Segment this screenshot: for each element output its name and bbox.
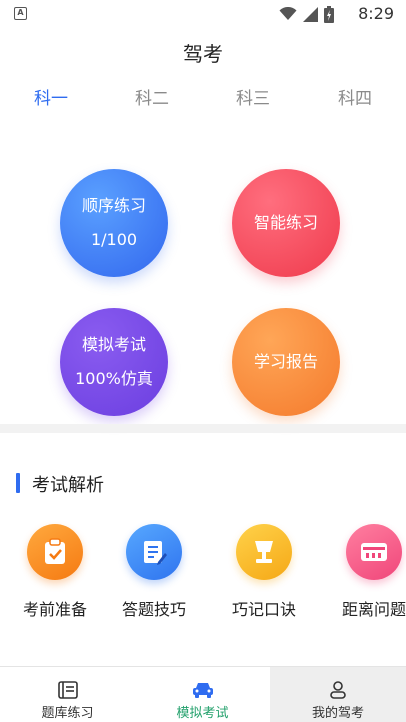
status-bar: A 8:29 [0, 0, 406, 28]
nav-label: 题库练习 [41, 706, 94, 721]
mock-exam-label: 模拟考试 [81, 335, 146, 354]
wifi-icon [279, 7, 297, 20]
signal-icon [303, 6, 318, 22]
status-icons [279, 5, 334, 23]
nav-my-exam[interactable]: 我的驾考 [270, 667, 406, 722]
sequential-practice-label: 顺序练习 [81, 196, 146, 215]
section-accent-bar [16, 473, 20, 493]
mock-exam-sub: 100%仿真 [75, 369, 153, 388]
section-divider [0, 424, 406, 433]
lamp-icon [236, 524, 292, 580]
ruler-icon [346, 524, 402, 580]
study-report-label: 学习报告 [253, 352, 318, 371]
car-icon [192, 680, 214, 700]
subject-tabs: 科一 科二 科三 科四 [0, 84, 406, 110]
tool-pre-exam[interactable]: 考前准备 [10, 524, 100, 620]
tool-label: 巧记口诀 [231, 600, 296, 619]
sequential-practice-progress: 1/100 [90, 230, 138, 249]
tool-label: 答题技巧 [121, 600, 186, 619]
nav-label: 模拟考试 [176, 706, 229, 721]
nav-question-bank[interactable]: 题库练习 [0, 667, 135, 722]
question-bank-icon [57, 680, 79, 700]
page-title: 驾考 [183, 42, 223, 66]
user-icon [327, 680, 349, 700]
tool-label: 考前准备 [22, 600, 87, 619]
tab-ke-yi[interactable]: 科一 [21, 84, 81, 109]
bottom-nav: 题库练习 模拟考试 我的驾考 [0, 666, 406, 722]
tab-ke-si[interactable]: 科四 [325, 84, 385, 109]
study-report-button[interactable]: 学习报告 [232, 308, 340, 416]
sequential-practice-button[interactable]: 顺序练习 1/100 [60, 169, 168, 277]
clipboard-icon [27, 524, 83, 580]
smart-practice-label: 智能练习 [253, 213, 318, 232]
mock-exam-button[interactable]: 模拟考试 100%仿真 [60, 308, 168, 416]
edit-document-icon [126, 524, 182, 580]
tool-label: 距离问题 [341, 600, 406, 619]
tool-mnemonics[interactable]: 巧记口诀 [219, 524, 309, 620]
nav-mock-exam[interactable]: 模拟考试 [135, 667, 270, 722]
notification-icon: A [14, 7, 27, 20]
status-time: 8:29 [358, 4, 394, 23]
smart-practice-button[interactable]: 智能练习 [232, 169, 340, 277]
tab-ke-er[interactable]: 科二 [122, 84, 182, 109]
tool-distance[interactable]: 距离问题 [329, 524, 406, 620]
section-title: 考试解析 [32, 475, 104, 496]
battery-icon [324, 5, 334, 23]
nav-label: 我的驾考 [311, 706, 364, 721]
tool-answer-tips[interactable]: 答题技巧 [109, 524, 199, 620]
tab-ke-san[interactable]: 科三 [223, 84, 283, 109]
